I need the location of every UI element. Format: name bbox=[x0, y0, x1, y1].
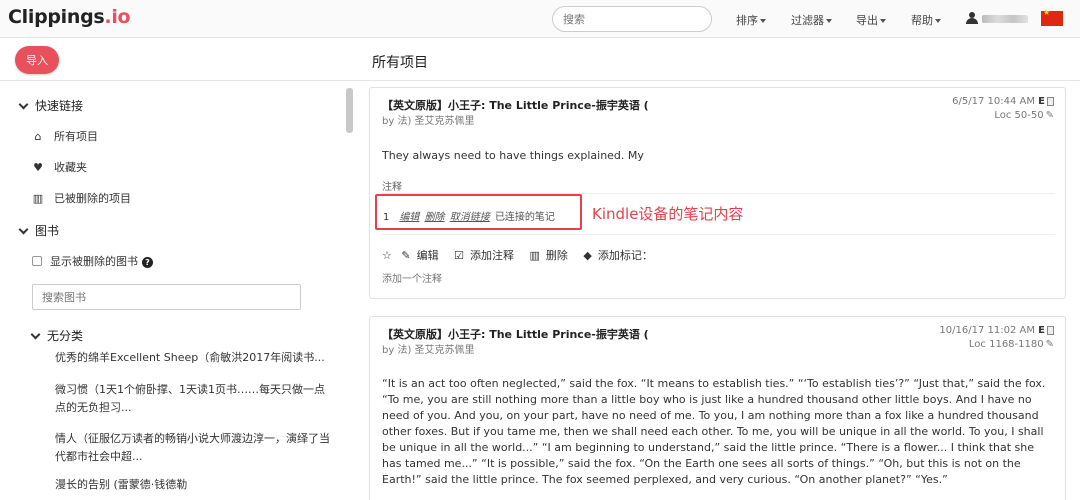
trash-icon: ▥ bbox=[32, 192, 44, 205]
clipping-date: 6/5/17 10:44 AM E bbox=[952, 96, 1054, 107]
clipping-card: 【英文原版】小王子: The Little Prince-振宇英语 ( by 法… bbox=[369, 316, 1066, 500]
clipping-book-title[interactable]: 【英文原版】小王子: The Little Prince-振宇英语 ( bbox=[382, 326, 649, 342]
chevron-down-icon bbox=[30, 329, 41, 340]
pencil-icon[interactable]: ✎ bbox=[1046, 339, 1054, 350]
top-navbar: Clippings.io 排序 过滤器 导出 帮助 bbox=[0, 0, 1080, 38]
caret-down-icon bbox=[880, 19, 886, 23]
book-item[interactable]: 微习惯（1天1个俯卧撑、1天读1页书……每天只做一点点的无负担习... bbox=[55, 381, 330, 417]
caret-down-icon bbox=[760, 19, 766, 23]
book-item[interactable]: 优秀的绵羊Excellent Sheep（俞敏洪2017年阅读书... bbox=[55, 349, 330, 367]
username-redacted bbox=[982, 15, 1028, 23]
document-icon[interactable] bbox=[1047, 96, 1054, 106]
clipping-date: 10/16/17 11:02 AM E bbox=[939, 325, 1054, 336]
heart-icon: ♥ bbox=[33, 161, 43, 174]
brand-logo[interactable]: Clippings.io bbox=[8, 6, 131, 28]
chevron-down-icon bbox=[18, 224, 29, 235]
clipping-book-title[interactable]: 【英文原版】小王子: The Little Prince-振宇英语 ( bbox=[382, 97, 649, 113]
books-header[interactable]: 图书 bbox=[18, 222, 59, 239]
star-icon[interactable]: ☆ bbox=[382, 249, 392, 262]
pencil-icon[interactable]: ✎ bbox=[1046, 110, 1054, 121]
notes-label: 注释 bbox=[382, 182, 402, 193]
clipping-actions: ☆ ✎ 编辑 ☑ 添加注释 ▥ 删除 ◆ 添加标记： bbox=[382, 247, 665, 263]
question-icon[interactable]: ? bbox=[142, 257, 153, 268]
language-flag-icon[interactable] bbox=[1041, 8, 1063, 26]
uncategorized-header[interactable]: 无分类 bbox=[30, 327, 83, 344]
add-comment-link[interactable]: 添加一个注释 bbox=[382, 270, 442, 285]
sidebar-item-all[interactable]: ⌂ 所有项目 bbox=[32, 128, 99, 144]
divider bbox=[382, 234, 1055, 235]
home-icon: ⌂ bbox=[34, 130, 42, 143]
chevron-down-icon bbox=[18, 99, 29, 110]
edit-box-icon: ☑ bbox=[454, 249, 464, 262]
clipping-author: by 法) 圣艾克苏佩里 bbox=[382, 345, 475, 356]
filter-menu[interactable]: 过滤器 bbox=[791, 12, 832, 28]
document-icon[interactable] bbox=[1047, 325, 1054, 335]
show-deleted-books-toggle[interactable]: 显示被删除的图书? bbox=[32, 253, 153, 269]
book-item[interactable]: 漫长的告别 (雷蒙德·钱德勒 bbox=[55, 476, 330, 494]
user-icon bbox=[966, 12, 978, 24]
checkbox[interactable] bbox=[32, 256, 42, 266]
trash-icon: ▥ bbox=[529, 249, 540, 262]
add-note-action[interactable]: ☑ 添加注释 bbox=[454, 249, 520, 262]
quick-links-header[interactable]: 快速链接 bbox=[18, 97, 83, 114]
clipping-author: by 法) 圣艾克苏佩里 bbox=[382, 116, 475, 127]
tag-icon: ◆ bbox=[583, 249, 592, 262]
sort-menu[interactable]: 排序 bbox=[736, 12, 766, 28]
sidebar-item-favorites[interactable]: ♥ 收藏夹 bbox=[32, 159, 87, 175]
sidebar-scrollbar[interactable] bbox=[346, 88, 353, 133]
annotation-callout: Kindle设备的笔记内容 bbox=[592, 205, 744, 223]
annotation-highlight-box bbox=[375, 194, 582, 230]
book-search-input[interactable] bbox=[32, 284, 301, 310]
caret-down-icon bbox=[826, 19, 832, 23]
clipping-text: “It is an act too often neglected,” said… bbox=[382, 377, 1046, 486]
sidebar-item-deleted[interactable]: ▥ 已被删除的项目 bbox=[32, 190, 131, 206]
export-menu[interactable]: 导出 bbox=[856, 12, 886, 28]
add-tag-action[interactable]: ◆ 添加标记： bbox=[583, 249, 658, 262]
page-title: 所有项目 bbox=[372, 55, 428, 71]
caret-down-icon bbox=[935, 19, 941, 23]
clipping-card: 【英文原版】小王子: The Little Prince-振宇英语 ( by 法… bbox=[369, 87, 1066, 299]
clipping-location: Loc 50-50 ✎ bbox=[994, 110, 1054, 121]
clipping-location: Loc 1168-1180 ✎ bbox=[968, 339, 1054, 350]
edit-action[interactable]: ✎ 编辑 bbox=[401, 249, 444, 262]
search-input[interactable] bbox=[552, 6, 712, 32]
help-menu[interactable]: 帮助 bbox=[911, 12, 941, 28]
delete-action[interactable]: ▥ 删除 bbox=[529, 249, 573, 262]
import-button[interactable]: 导入 bbox=[15, 46, 59, 74]
clipping-text: They always need to have things explaine… bbox=[382, 149, 644, 162]
book-item[interactable]: 情人（征服亿万读者的畅销小说大师渡边淳一，演绎了当代都市社会中超... bbox=[55, 430, 330, 466]
pencil-icon: ✎ bbox=[401, 249, 411, 262]
